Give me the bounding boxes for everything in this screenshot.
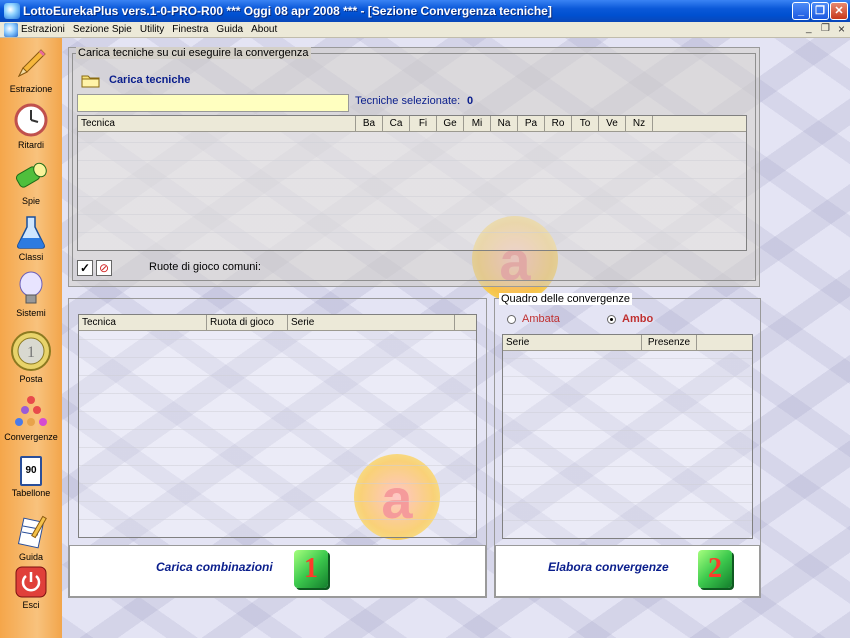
convergence-panel: Quadro delle convergenze Ambata Ambo Ser…: [494, 293, 761, 598]
title-bar: LottoEurekaPlus vers.1-0-PRO-R00 *** Ogg…: [0, 0, 850, 22]
sidebar-label: Convergenze: [4, 432, 58, 442]
menu-sezione-spie[interactable]: Sezione Spie: [73, 24, 132, 35]
coin-icon: 1: [10, 330, 52, 372]
column-header[interactable]: Na: [491, 116, 518, 131]
sidebar: Estrazione Ritardi Spie Classi Sistemi 1…: [0, 38, 62, 638]
selected-count: 0: [467, 95, 474, 107]
balls-icon: [13, 394, 49, 430]
lightbulb-icon: [13, 270, 49, 306]
folder-icon[interactable]: [81, 72, 101, 88]
sidebar-label: Guida: [18, 552, 44, 562]
table-header: Tecnica Ruota di gioco Serie: [79, 315, 476, 331]
table-header: Serie Presenze: [503, 335, 752, 351]
menu-estrazioni[interactable]: Estrazioni: [21, 24, 65, 35]
selected-label: Tecniche selezionate:: [355, 95, 461, 107]
mdi-close-button[interactable]: ×: [838, 22, 845, 36]
option-label: Ambo: [622, 313, 654, 325]
mdi-restore-button[interactable]: ❐: [821, 23, 830, 34]
clock-icon: [13, 102, 49, 138]
column-header[interactable]: Mi: [464, 116, 491, 131]
document-icon[interactable]: [4, 23, 18, 37]
load-techniques-button[interactable]: Carica tecniche: [109, 74, 190, 86]
sidebar-item-estrazione[interactable]: Estrazione: [0, 46, 62, 94]
sidebar-item-ritardi[interactable]: Ritardi: [0, 102, 62, 150]
sidebar-item-convergenze[interactable]: Convergenze: [0, 394, 62, 442]
sidebar-label: Esci: [22, 600, 40, 610]
window-title: LottoEurekaPlus vers.1-0-PRO-R00 *** Ogg…: [23, 4, 552, 18]
column-header[interactable]: Nz: [626, 116, 653, 131]
column-header[interactable]: Presenze: [642, 335, 697, 350]
mdi-minimize-button[interactable]: _: [806, 23, 812, 34]
combinations-table[interactable]: Tecnica Ruota di gioco Serie: [78, 314, 477, 538]
calendar-icon: 90: [20, 456, 42, 486]
tech-legend: Carica tecniche su cui eseguire la conve…: [76, 47, 311, 59]
radio-checked-icon[interactable]: [607, 314, 616, 324]
option-ambo[interactable]: Ambo: [607, 313, 653, 325]
pencil-icon: [13, 46, 49, 82]
flask-icon: [13, 214, 49, 250]
process-convergence-bar: Elabora convergenze 2: [495, 545, 760, 597]
column-header[interactable]: Serie: [503, 335, 642, 350]
radio-icon[interactable]: [507, 314, 516, 324]
technique-input[interactable]: [77, 94, 349, 112]
sidebar-item-guida[interactable]: Guida: [0, 514, 62, 562]
menu-finestra[interactable]: Finestra: [172, 24, 208, 35]
sidebar-label: Spie: [21, 196, 40, 206]
column-header[interactable]: Ba: [356, 116, 383, 131]
common-wheels-label: Ruote di gioco comuni:: [149, 261, 261, 273]
sidebar-item-posta[interactable]: 1 Posta: [0, 330, 62, 384]
sidebar-item-esci[interactable]: Esci: [0, 566, 62, 610]
close-button[interactable]: ✕: [830, 2, 848, 20]
minimize-button[interactable]: _: [792, 2, 810, 20]
sidebar-label: Posta: [19, 374, 43, 384]
sidebar-item-tabellone[interactable]: 90 Tabellone: [0, 456, 62, 498]
load-combinations-bar: Carica combinazioni 1: [69, 545, 486, 597]
menu-bar: Estrazioni Sezione Spie Utility Finestra…: [0, 22, 850, 38]
notebook-icon: [13, 514, 49, 550]
convergence-legend: Quadro delle convergenze: [499, 293, 633, 305]
load-combinations-button[interactable]: Carica combinazioni: [156, 560, 273, 574]
column-header[interactable]: Ruota di gioco: [207, 315, 288, 330]
svg-text:1: 1: [27, 344, 35, 361]
table-header: Tecnica Ba Ca Fi Ge Mi Na Pa Ro To Ve Nz: [78, 116, 746, 132]
column-header[interactable]: Ro: [545, 116, 572, 131]
combo-panel: Tecnica Ruota di gioco Serie Carica comb…: [68, 298, 487, 598]
column-header[interactable]: Tecnica: [79, 315, 207, 330]
sidebar-label: Ritardi: [17, 140, 44, 150]
menu-about[interactable]: About: [251, 24, 277, 35]
step-two-badge[interactable]: 2: [698, 550, 732, 588]
step-one-badge[interactable]: 1: [294, 550, 328, 588]
menu-utility[interactable]: Utility: [140, 24, 164, 35]
column-header[interactable]: Serie: [288, 315, 455, 330]
option-label: Ambata: [522, 313, 560, 325]
flashlight-icon: [13, 158, 49, 194]
tabellone-number: 90: [20, 456, 42, 486]
check-all-button[interactable]: ✓: [77, 260, 93, 276]
sidebar-label: Tabellone: [11, 488, 51, 498]
sidebar-item-classi[interactable]: Classi: [0, 214, 62, 262]
menu-guida[interactable]: Guida: [216, 24, 243, 35]
sidebar-item-spie[interactable]: Spie: [0, 158, 62, 206]
tech-panel: Carica tecniche su cui eseguire la conve…: [68, 47, 760, 287]
sidebar-item-sistemi[interactable]: Sistemi: [0, 270, 62, 318]
column-header[interactable]: Ve: [599, 116, 626, 131]
app-icon[interactable]: [4, 3, 20, 19]
power-icon: [15, 566, 47, 598]
column-header[interactable]: Fi: [410, 116, 437, 131]
process-convergence-button[interactable]: Elabora convergenze: [548, 560, 669, 574]
sidebar-label: Sistemi: [16, 308, 46, 318]
restore-button[interactable]: ❐: [811, 2, 829, 20]
sidebar-label: Classi: [18, 252, 44, 262]
column-header[interactable]: Tecnica: [78, 116, 356, 131]
clear-all-button[interactable]: ⊘: [96, 260, 112, 276]
convergence-table[interactable]: Serie Presenze: [502, 334, 753, 539]
column-header[interactable]: Pa: [518, 116, 545, 131]
techniques-table[interactable]: Tecnica Ba Ca Fi Ge Mi Na Pa Ro To Ve Nz: [77, 115, 747, 251]
sidebar-label: Estrazione: [9, 84, 53, 94]
column-header[interactable]: Ca: [383, 116, 410, 131]
column-header[interactable]: Ge: [437, 116, 464, 131]
column-header[interactable]: To: [572, 116, 599, 131]
option-ambata[interactable]: Ambata: [507, 313, 560, 325]
